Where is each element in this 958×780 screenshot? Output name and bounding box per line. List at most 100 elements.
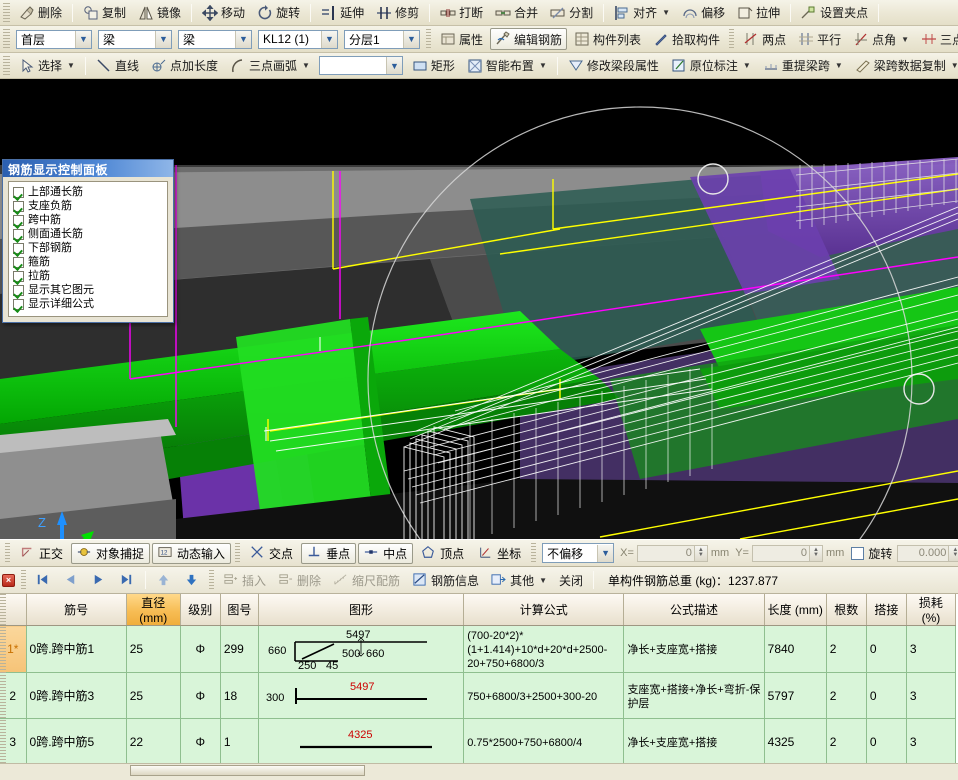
delete-row-button[interactable]: 删除 — [273, 569, 326, 591]
x-input[interactable]: 0 — [636, 544, 695, 562]
tool-mirror[interactable]: 镜像 — [133, 2, 186, 24]
cell-loss[interactable]: 3 — [906, 625, 957, 673]
cell-diameter[interactable]: 22 — [126, 718, 181, 765]
rotate-input[interactable]: 0.000 — [897, 544, 950, 562]
cell-figure-no[interactable]: 1 — [220, 718, 259, 765]
tool-line[interactable]: 直线 — [91, 55, 144, 77]
combo-member[interactable]: KL12 (1) ▼ — [258, 29, 338, 49]
chevron-down-icon[interactable]: ▼ — [385, 57, 402, 74]
rebar-option-side-through[interactable]: 侧面通长筋 — [13, 227, 167, 241]
nav-last-button[interactable] — [114, 569, 140, 591]
cell-lap[interactable]: 0 — [866, 625, 907, 673]
tool-align[interactable]: 对齐 ▼ — [609, 2, 675, 24]
combo-offset-mode[interactable]: 不偏移 ▼ — [542, 543, 615, 563]
snap-perpendicular[interactable]: 垂点 — [301, 542, 357, 564]
cell-shape[interactable]: 4325 — [258, 718, 465, 765]
chevron-down-icon[interactable]: ▼ — [321, 30, 337, 48]
tool-split[interactable]: 分割 — [545, 2, 598, 24]
table-row[interactable]: 3 0跨.跨中筋5 22 Φ 1 4325 0.75*2500+750+6800… — [0, 718, 957, 765]
close-grid-button[interactable]: 关闭 — [554, 569, 588, 591]
col-header-description[interactable]: 公式描述 — [623, 594, 765, 626]
cell-description[interactable]: 支座宽+搭接+净长+弯折-保护层 — [623, 672, 765, 719]
toolbar-grip[interactable] — [3, 55, 10, 76]
col-header-figure-no[interactable]: 图号 — [220, 594, 259, 626]
cell-loss[interactable]: 3 — [906, 718, 957, 765]
col-header-level[interactable]: 级别 — [180, 594, 221, 626]
col-header-loss[interactable]: 损耗 (%) — [906, 594, 957, 626]
tool-properties[interactable]: 属性 — [435, 28, 488, 50]
tool-set-grip[interactable]: 设置夹点 — [796, 2, 873, 24]
cell-loss[interactable]: 3 — [906, 672, 957, 719]
tool-select[interactable]: 选择 ▼ — [14, 55, 80, 77]
snap-intersection[interactable]: 交点 — [244, 543, 299, 564]
rebar-option-midspan[interactable]: 跨中筋 — [13, 213, 167, 227]
rebar-display-panel[interactable]: 钢筋显示控制面板 上部通长筋 支座负筋 跨中筋 侧面通长筋 下部钢筋 箍筋 拉筋… — [2, 159, 174, 323]
tool-point-length[interactable]: 点加长度 — [146, 55, 223, 77]
tool-modify-beam-segment[interactable]: 修改梁段属性 — [563, 55, 664, 77]
cell-length[interactable]: 5797 — [764, 672, 827, 719]
rotate-spinner[interactable]: ▲ ▼ — [949, 544, 958, 562]
cell-lap[interactable]: 0 — [866, 672, 907, 719]
snap-ortho[interactable]: 正交 — [14, 543, 69, 564]
chevron-down-icon[interactable]: ▼ — [662, 8, 670, 17]
tool-extend[interactable]: 延伸 — [316, 2, 369, 24]
checkbox[interactable] — [13, 270, 24, 282]
rebar-option-stirrup[interactable]: 箍筋 — [13, 255, 167, 269]
y-spinner[interactable]: ▲ ▼ — [809, 544, 823, 562]
tool-smart-place[interactable]: 智能布置 ▼ — [462, 55, 552, 77]
cell-figure-no[interactable]: 299 — [220, 625, 259, 673]
cell-description[interactable]: 净长+支座宽+搭接 — [623, 625, 765, 673]
snap-vertex[interactable]: 顶点 — [415, 543, 470, 564]
cell-name[interactable]: 0跨.跨中筋3 — [26, 672, 127, 719]
tool-move[interactable]: 移动 — [197, 2, 250, 24]
tool-respan[interactable]: 重提梁跨 ▼ — [758, 55, 848, 77]
snap-coordinate[interactable]: 坐标 — [472, 543, 527, 564]
rebar-option-top-through[interactable]: 上部通长筋 — [13, 185, 167, 199]
tool-rectangle[interactable]: 矩形 — [407, 55, 460, 77]
chevron-down-icon[interactable]: ▼ — [951, 61, 958, 70]
rebar-option-show-other-elements[interactable]: 显示其它图元 — [13, 283, 167, 297]
toolbar-grip[interactable] — [5, 543, 10, 563]
tool-copy[interactable]: 复制 — [78, 2, 131, 24]
checkbox[interactable] — [13, 214, 24, 226]
nav-first-button[interactable] — [30, 569, 56, 591]
combo-category[interactable]: 梁 ▼ — [98, 29, 172, 49]
cell-level[interactable]: Φ — [180, 625, 221, 673]
cell-shape[interactable]: 300 5497 — [258, 672, 465, 719]
checkbox[interactable] — [13, 284, 24, 296]
toolbar-grip[interactable] — [235, 543, 241, 563]
snap-midpoint[interactable]: 中点 — [358, 542, 414, 564]
cell-length[interactable]: 4325 — [764, 718, 827, 765]
insert-row-button[interactable]: 插入 — [218, 569, 271, 591]
col-header-lap[interactable]: 搭接 — [866, 594, 907, 626]
cell-formula[interactable]: 750+6800/3+2500+300-20 — [463, 672, 625, 719]
tool-stretch[interactable]: 拉伸 — [732, 2, 785, 24]
snap-object[interactable]: 对象捕捉 — [71, 542, 151, 564]
chevron-down-icon[interactable]: ▼ — [403, 30, 419, 48]
chevron-down-icon[interactable]: ▼ — [235, 30, 251, 48]
rebar-info-button[interactable]: 钢筋信息 — [407, 569, 484, 591]
col-header-diameter[interactable]: 直径 (mm) — [126, 594, 181, 626]
tool-break[interactable]: 打断 — [435, 2, 488, 24]
cell-shape[interactable]: 5497 660 500 660 250 45 — [258, 625, 465, 673]
snap-dynamic-input[interactable]: 12 动态输入 — [152, 542, 232, 564]
other-menu-button[interactable]: 其他 ▼ — [486, 569, 552, 591]
x-spinner[interactable]: ▲ ▼ — [694, 544, 708, 562]
col-header-length[interactable]: 长度 (mm) — [764, 594, 827, 626]
scrollbar-thumb[interactable] — [130, 765, 365, 776]
combo-floor[interactable]: 首层 ▼ — [16, 29, 92, 49]
rebar-table-container[interactable]: 筋号 直径 (mm) 级别 图号 图形 计算公式 公式描述 长度 (mm) 根数… — [0, 594, 958, 776]
tool-rotate[interactable]: 旋转 — [252, 2, 305, 24]
chevron-down-icon[interactable]: ▼ — [539, 576, 547, 585]
nav-next-button[interactable] — [86, 569, 112, 591]
cell-count[interactable]: 2 — [826, 625, 867, 673]
cell-diameter[interactable]: 25 — [126, 672, 181, 719]
toolbar-grip[interactable] — [729, 29, 735, 49]
toolbar-grip[interactable] — [3, 2, 10, 23]
checkbox[interactable] — [13, 228, 24, 240]
rebar-option-tie[interactable]: 拉筋 — [13, 269, 167, 283]
cell-formula[interactable]: (700-20*2)*(1+1.414)+10*d+20*d+2500-20+7… — [463, 625, 625, 673]
rebar-table[interactable]: 筋号 直径 (mm) 级别 图号 图形 计算公式 公式描述 长度 (mm) 根数… — [0, 594, 957, 776]
col-header-shape[interactable]: 图形 — [258, 594, 465, 626]
cell-length[interactable]: 7840 — [764, 625, 827, 673]
